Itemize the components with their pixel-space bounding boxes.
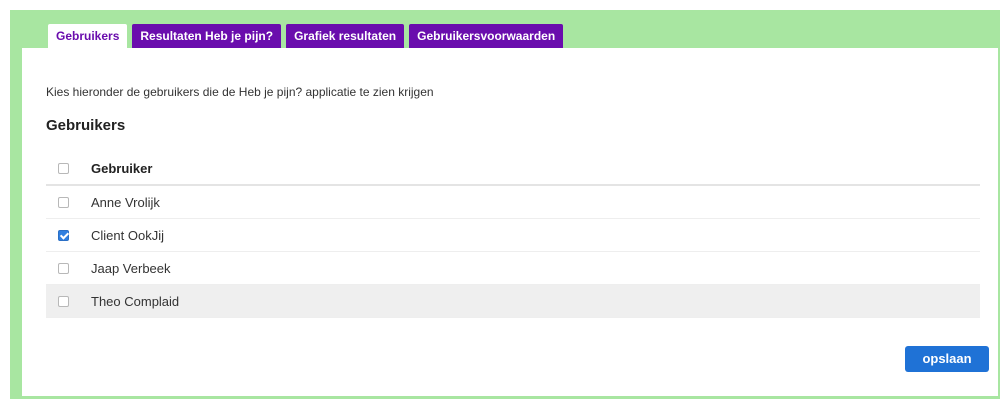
user-name: Theo Complaid xyxy=(91,293,180,309)
tab-grafiek-resultaten[interactable]: Grafiek resultaten xyxy=(286,24,405,48)
user-checkbox[interactable] xyxy=(58,196,69,208)
tab-gebruikers[interactable]: Gebruikers xyxy=(48,24,128,48)
select-all-checkbox[interactable] xyxy=(58,163,69,174)
table-row: Anne Vrolijk xyxy=(46,186,980,219)
users-table: Gebruiker Anne Vrolijk Client OokJij Jaa… xyxy=(46,153,980,318)
user-checkbox[interactable] xyxy=(58,295,69,307)
user-name: Jaap Verbeek xyxy=(91,260,171,276)
tab-bar: Gebruikers Resultaten Heb je pijn? Grafi… xyxy=(48,24,564,48)
app-frame: Gebruikers Resultaten Heb je pijn? Grafi… xyxy=(10,10,1000,399)
user-name: Anne Vrolijk xyxy=(91,194,160,210)
save-button[interactable]: opslaan xyxy=(905,346,989,372)
table-row: Theo Complaid xyxy=(46,285,980,318)
tab-gebruikersvoorwaarden[interactable]: Gebruikersvoorwaarden xyxy=(409,24,564,48)
user-checkbox[interactable] xyxy=(58,262,69,274)
table-header-row: Gebruiker xyxy=(46,153,980,186)
table-row: Jaap Verbeek xyxy=(46,252,980,285)
column-header-gebruiker: Gebruiker xyxy=(91,161,153,176)
table-row: Client OokJij xyxy=(46,219,980,252)
intro-text: Kies hieronder de gebruikers die de Heb … xyxy=(46,85,434,99)
tab-resultaten[interactable]: Resultaten Heb je pijn? xyxy=(132,24,282,48)
user-checkbox[interactable] xyxy=(58,229,69,241)
content-panel: Kies hieronder de gebruikers die de Heb … xyxy=(22,48,998,396)
section-title: Gebruikers xyxy=(46,117,126,134)
user-name: Client OokJij xyxy=(91,227,164,243)
